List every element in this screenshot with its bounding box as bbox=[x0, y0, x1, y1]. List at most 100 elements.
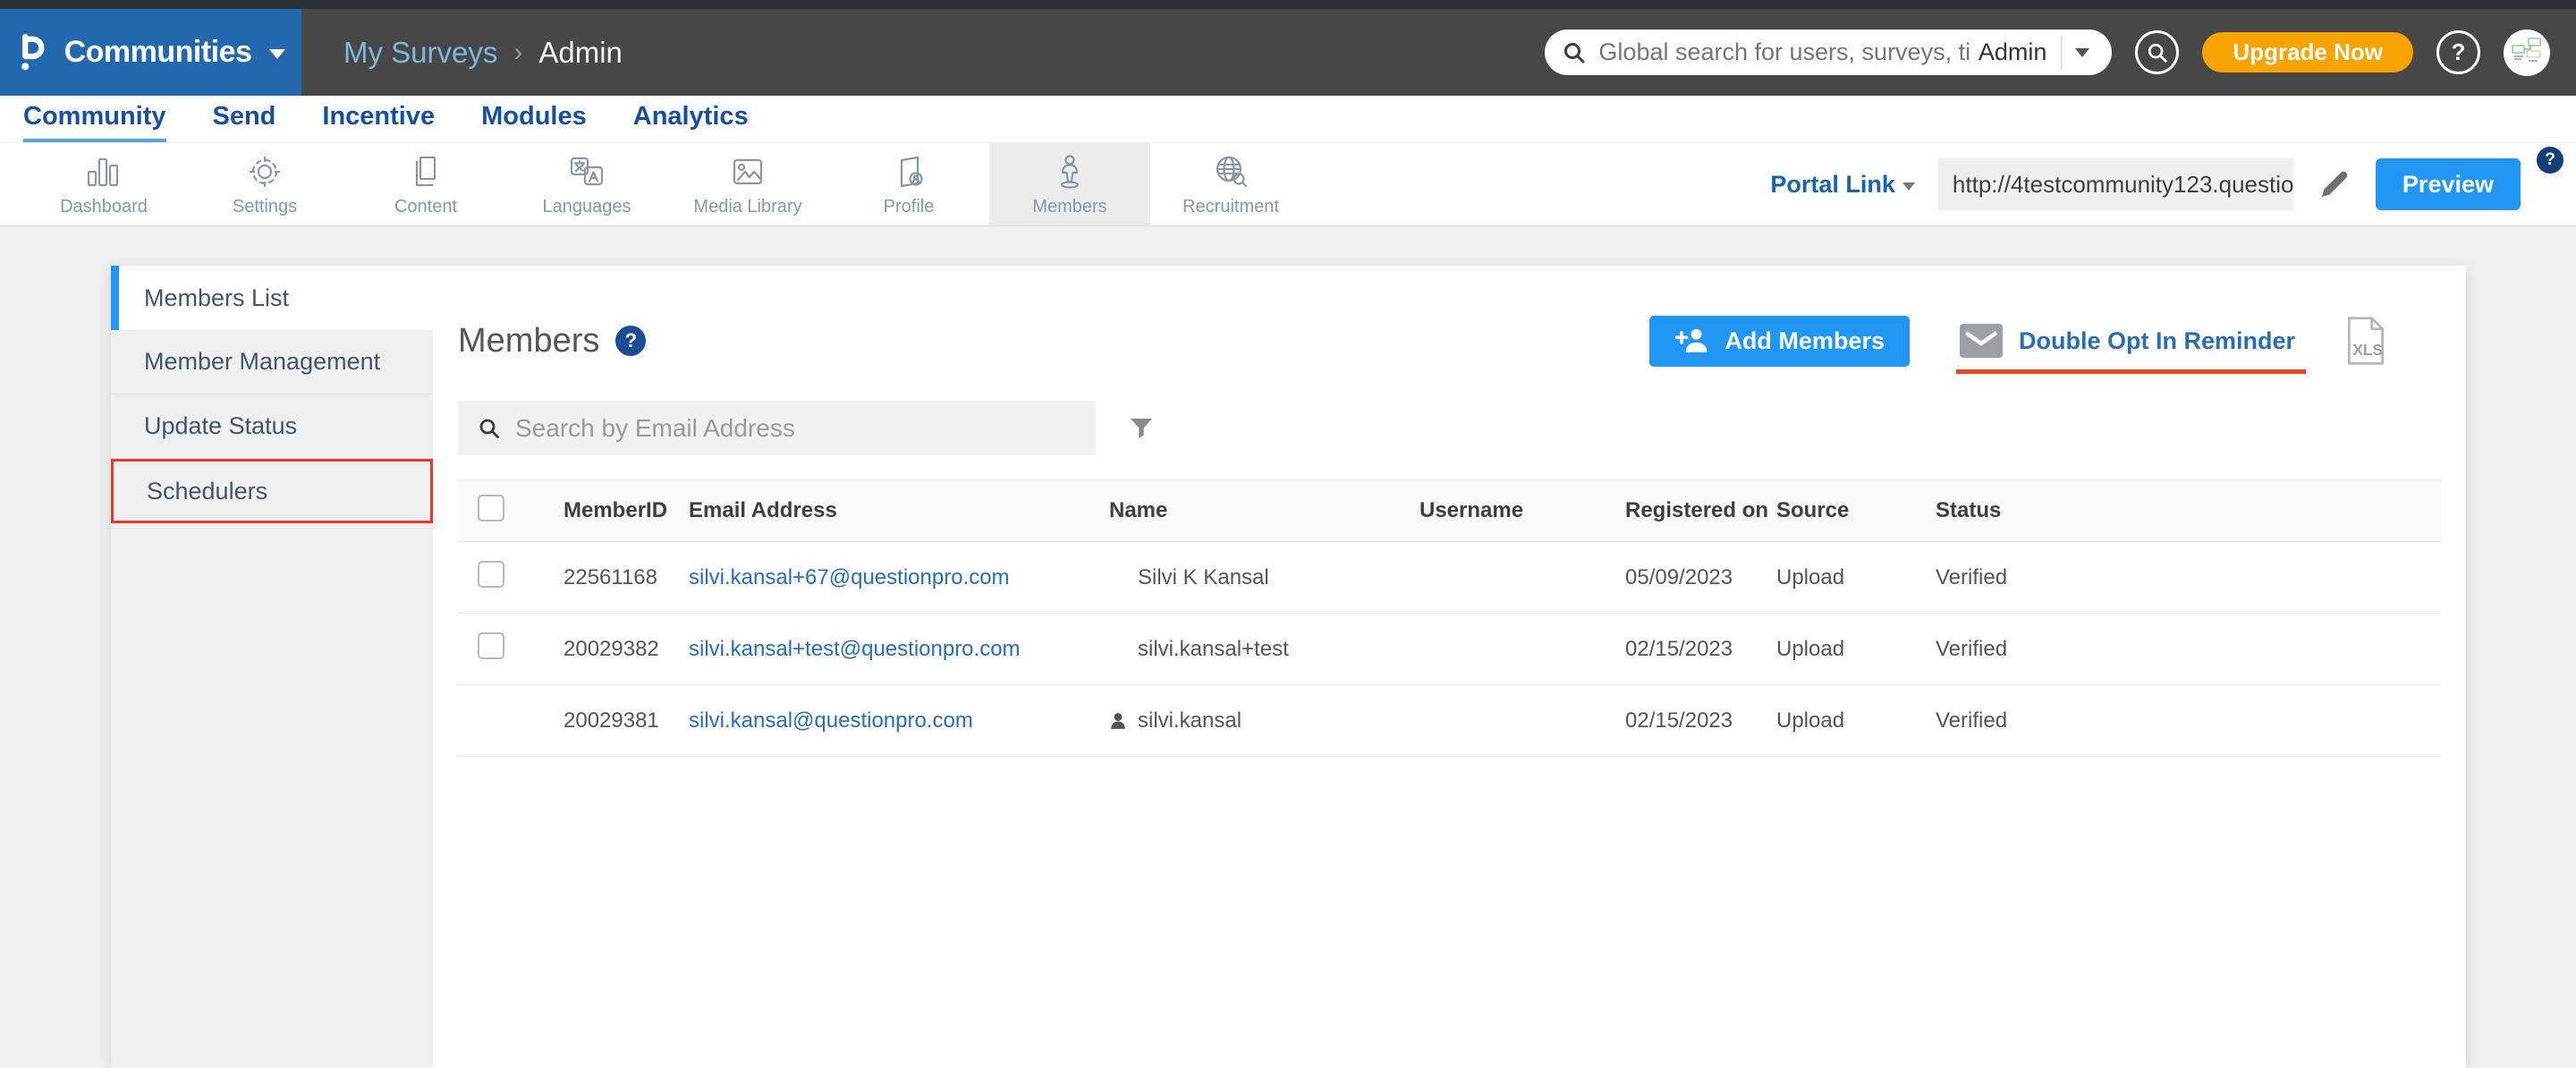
breadcrumb-my-surveys[interactable]: My Surveys bbox=[343, 36, 497, 70]
toolbar-item-media-library[interactable]: Media Library bbox=[667, 143, 828, 225]
status-cell: Verified bbox=[1936, 565, 2441, 590]
bar-chart-icon bbox=[84, 152, 123, 191]
name-cell: silvi.kansal bbox=[1109, 708, 1419, 733]
table-row: 22561168 silvi.kansal+67@questionpro.com… bbox=[458, 542, 2441, 614]
edit-pencil-button[interactable] bbox=[2317, 166, 2352, 202]
tab-incentive[interactable]: Incentive bbox=[322, 102, 435, 142]
page-background: Members List Member Management Update St… bbox=[0, 226, 2576, 1068]
source-cell: Upload bbox=[1776, 565, 1936, 590]
table-row: 20029381 silvi.kansal@questionpro.com si… bbox=[458, 685, 2441, 757]
name-cell: silvi.kansal+test bbox=[1109, 637, 1419, 662]
add-members-button[interactable]: Add Members bbox=[1649, 316, 1910, 367]
global-search-input[interactable] bbox=[1598, 38, 1970, 66]
browser-top-strip bbox=[0, 0, 2576, 9]
sidebar-item-schedulers[interactable]: Schedulers bbox=[111, 459, 433, 523]
image-icon bbox=[728, 152, 767, 191]
member-id-cell: 20029381 bbox=[564, 708, 689, 733]
double-opt-in-reminder-button[interactable]: Double Opt In Reminder bbox=[1960, 324, 2295, 358]
col-source: Source bbox=[1776, 498, 1936, 523]
toolbar-item-settings[interactable]: Settings bbox=[184, 143, 345, 225]
filter-button[interactable] bbox=[1130, 418, 1153, 439]
community-nav-tabs: Community Send Incentive Modules Analyti… bbox=[0, 96, 2576, 143]
tab-modules[interactable]: Modules bbox=[481, 102, 587, 142]
registered-on-cell: 05/09/2023 bbox=[1625, 565, 1776, 590]
translate-icon bbox=[567, 152, 606, 191]
portal-url-field[interactable]: http://4testcommunity123.questionpro bbox=[1938, 158, 2293, 210]
row-checkbox[interactable] bbox=[478, 561, 504, 588]
col-email: Email Address bbox=[689, 498, 1109, 523]
email-link[interactable]: silvi.kansal+67@questionpro.com bbox=[689, 565, 1010, 589]
member-search bbox=[458, 401, 1096, 455]
avatar-image bbox=[2507, 33, 2546, 72]
source-cell: Upload bbox=[1776, 637, 1936, 662]
upgrade-now-button[interactable]: Upgrade Now bbox=[2202, 32, 2413, 72]
search-button[interactable] bbox=[2135, 30, 2179, 74]
app-bar: Communities My Surveys › Admin Admin Upg… bbox=[0, 9, 2576, 96]
global-search: Admin bbox=[1545, 30, 2112, 75]
brand-menu[interactable]: Communities bbox=[0, 9, 301, 96]
help-button[interactable]: ? bbox=[2436, 30, 2480, 74]
col-member-id: MemberID bbox=[564, 498, 689, 523]
chevron-down-icon bbox=[269, 49, 285, 59]
member-id-cell: 20029382 bbox=[564, 637, 689, 662]
member-person-icon bbox=[1050, 152, 1089, 191]
col-status: Status bbox=[1936, 498, 2441, 523]
table-header-row: MemberID Email Address Name Username Reg… bbox=[458, 479, 2441, 542]
search-icon bbox=[2147, 42, 2168, 64]
email-link[interactable]: silvi.kansal+test@questionpro.com bbox=[689, 637, 1021, 661]
globe-search-icon bbox=[1211, 152, 1250, 191]
members-panel: Members List Member Management Update St… bbox=[111, 266, 2466, 1068]
status-cell: Verified bbox=[1936, 637, 2441, 662]
brand-product-label: Communities bbox=[64, 35, 252, 70]
documents-icon bbox=[406, 152, 445, 191]
chevron-down-icon bbox=[1902, 182, 1915, 191]
preview-help-badge[interactable]: ? bbox=[2537, 147, 2563, 174]
sidebar-item-members-list[interactable]: Members List bbox=[111, 266, 433, 330]
sidebar-item-member-management[interactable]: Member Management bbox=[111, 330, 433, 394]
export-xls-button[interactable]: XLS bbox=[2345, 316, 2386, 366]
toolbar-item-dashboard[interactable]: Dashboard bbox=[23, 143, 184, 225]
col-registered-on: Registered on bbox=[1625, 498, 1776, 523]
breadcrumb-separator: › bbox=[513, 38, 522, 68]
profile-folder-icon bbox=[889, 152, 928, 191]
members-help-icon[interactable]: ? bbox=[615, 326, 646, 356]
member-search-input[interactable] bbox=[515, 414, 1076, 443]
tab-community[interactable]: Community bbox=[23, 102, 166, 142]
toolbar-item-members[interactable]: Members bbox=[989, 143, 1150, 225]
registered-on-cell: 02/15/2023 bbox=[1625, 637, 1776, 662]
page-title: Members bbox=[458, 322, 599, 360]
tab-send[interactable]: Send bbox=[213, 102, 276, 142]
filter-funnel-icon bbox=[1130, 418, 1153, 439]
envelope-icon bbox=[1960, 324, 2003, 358]
registered-on-cell: 02/15/2023 bbox=[1625, 708, 1776, 733]
xls-file-icon: XLS bbox=[2345, 316, 2386, 366]
avatar[interactable] bbox=[2504, 30, 2550, 76]
status-cell: Verified bbox=[1936, 708, 2441, 733]
tab-analytics[interactable]: Analytics bbox=[633, 102, 749, 142]
name-cell: Silvi K Kansal bbox=[1109, 565, 1419, 590]
pencil-icon bbox=[2317, 166, 2352, 202]
global-search-scope[interactable]: Admin bbox=[1979, 38, 2047, 66]
table-row: 20029382 silvi.kansal+test@questionpro.c… bbox=[458, 614, 2441, 685]
search-icon bbox=[478, 417, 501, 440]
search-scope-dropdown[interactable] bbox=[2062, 30, 2103, 75]
row-checkbox[interactable] bbox=[478, 632, 504, 659]
col-username: Username bbox=[1419, 498, 1625, 523]
select-all-checkbox[interactable] bbox=[478, 495, 504, 521]
toolbar-item-languages[interactable]: Languages bbox=[506, 143, 667, 225]
toolbar-item-profile[interactable]: Profile bbox=[828, 143, 989, 225]
svg-text:XLS: XLS bbox=[2352, 341, 2383, 359]
search-icon bbox=[1563, 41, 1586, 64]
preview-button[interactable]: Preview bbox=[2376, 158, 2521, 210]
sidebar-item-update-status[interactable]: Update Status bbox=[111, 394, 433, 459]
toolbar-item-recruitment[interactable]: Recruitment bbox=[1150, 143, 1311, 225]
member-id-cell: 22561168 bbox=[564, 565, 689, 590]
portal-link-dropdown[interactable]: Portal Link bbox=[1770, 171, 1915, 199]
section-toolbar: Dashboard Settings Content Languages bbox=[0, 143, 2576, 226]
col-name: Name bbox=[1109, 498, 1419, 523]
add-person-icon bbox=[1674, 326, 1710, 355]
toolbar-item-content[interactable]: Content bbox=[345, 143, 506, 225]
chevron-down-icon bbox=[2075, 48, 2089, 57]
gear-icon bbox=[245, 152, 284, 191]
email-link[interactable]: silvi.kansal@questionpro.com bbox=[689, 708, 973, 733]
